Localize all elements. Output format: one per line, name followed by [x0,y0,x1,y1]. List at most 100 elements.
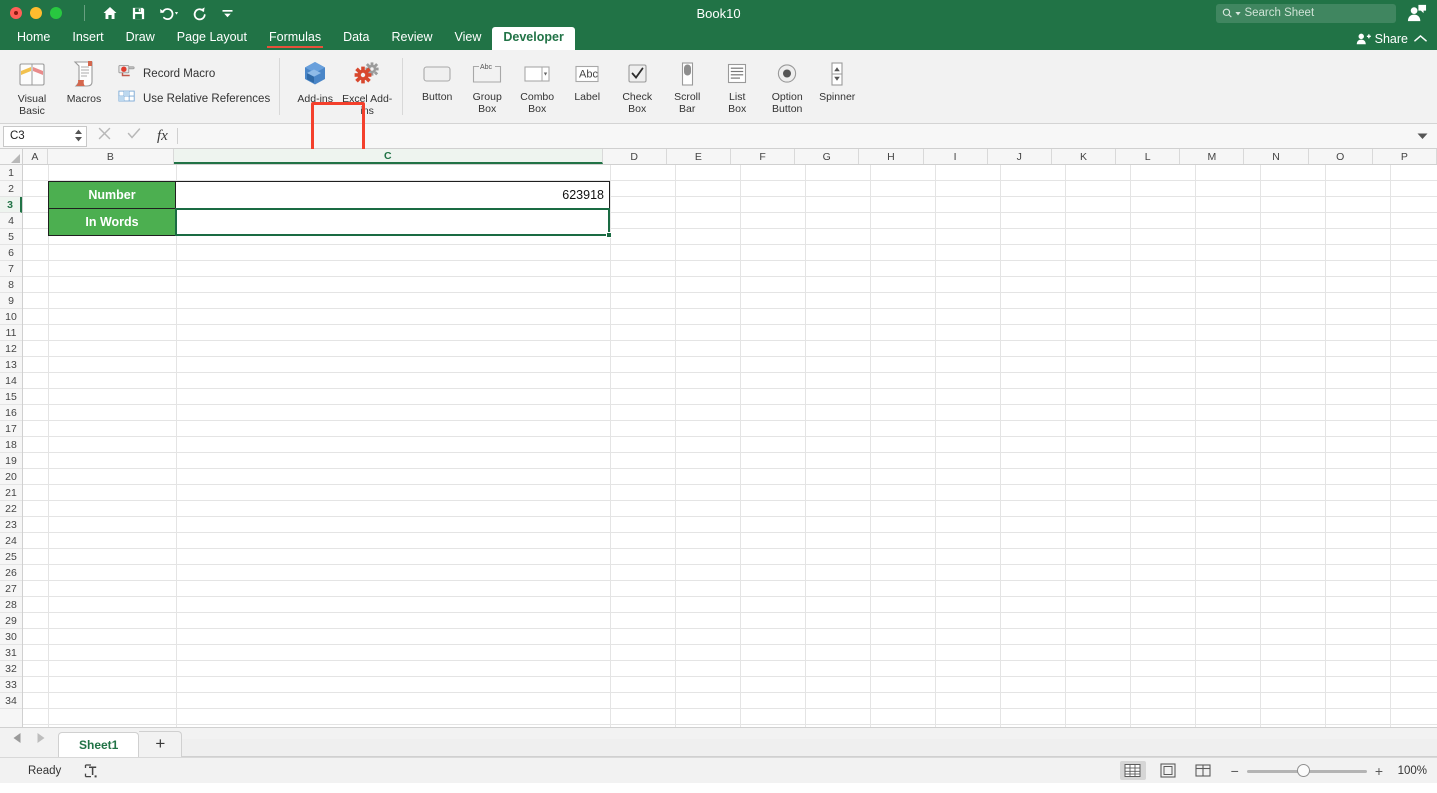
row-header-11[interactable]: 11 [0,325,22,341]
tab-insert[interactable]: Insert [61,27,114,50]
list-box-control[interactable]: List Box [712,54,762,115]
normal-view-button[interactable] [1119,761,1146,780]
search-sheet-box[interactable] [1216,3,1396,23]
excel-add-ins-button[interactable]: Excel Add-ins [341,54,393,117]
row-header-27[interactable]: 27 [0,581,22,597]
cell-C2[interactable]: 623918 [175,181,610,209]
row-header-33[interactable]: 33 [0,677,22,693]
tab-home[interactable]: Home [6,27,61,50]
search-input[interactable] [1244,7,1390,19]
row-header-15[interactable]: 15 [0,389,22,405]
cell-B3[interactable]: In Words [48,208,176,236]
row-header-16[interactable]: 16 [0,405,22,421]
row-header-10[interactable]: 10 [0,309,22,325]
tab-page-layout[interactable]: Page Layout [166,27,258,50]
sheet-tab-sheet1[interactable]: Sheet1 [58,732,140,757]
column-header-H[interactable]: H [859,149,924,164]
home-icon[interactable] [102,5,118,21]
accessibility-icon[interactable] [83,763,99,779]
row-header-24[interactable]: 24 [0,533,22,549]
row-header-29[interactable]: 29 [0,613,22,629]
combo-box-control[interactable]: Combo Box [512,54,562,115]
row-header-30[interactable]: 30 [0,629,22,645]
column-header-P[interactable]: P [1372,149,1437,164]
cancel-icon[interactable] [98,127,111,145]
zoom-in-button[interactable]: + [1375,764,1383,778]
row-header-7[interactable]: 7 [0,261,22,277]
search-chevron-down-icon[interactable] [1235,10,1242,17]
account-icon[interactable] [1406,3,1427,24]
macros-button[interactable]: Macros [58,54,110,106]
formula-bar-expand-chevron-icon[interactable] [1417,127,1437,145]
row-header-31[interactable]: 31 [0,645,22,661]
fill-handle[interactable] [606,232,612,238]
column-header-M[interactable]: M [1180,149,1245,164]
zoom-out-button[interactable]: − [1231,764,1239,778]
zoom-slider-knob[interactable] [1296,763,1310,777]
record-macro-button[interactable]: Record Macro [118,63,270,84]
minimize-window-button[interactable] [30,7,42,19]
use-relative-references-button[interactable]: Use Relative References [118,89,270,109]
tab-view[interactable]: View [443,27,492,50]
check-box-control[interactable]: Check Box [612,54,662,115]
tab-formulas[interactable]: Formulas [258,27,332,50]
row-header-17[interactable]: 17 [0,421,22,437]
row-header-4[interactable]: 4 [0,213,22,229]
tab-review[interactable]: Review [380,27,443,50]
button-control[interactable]: Button [412,54,462,104]
visual-basic-button[interactable]: Visual Basic [6,54,58,117]
spinner-control[interactable]: Spinner [812,54,862,104]
select-all-corner[interactable] [0,149,23,164]
row-header-34[interactable]: 34 [0,693,22,709]
column-header-O[interactable]: O [1308,149,1373,164]
name-box-stepper-icon[interactable] [74,129,83,142]
row-header-3[interactable]: 3 [0,197,22,213]
row-header-18[interactable]: 18 [0,437,22,453]
chevron-up-icon[interactable] [1414,32,1427,46]
redo-icon[interactable] [192,6,208,21]
insert-function-icon[interactable]: fx [157,128,168,145]
zoom-slider[interactable] [1246,763,1367,778]
row-header-1[interactable]: 1 [0,165,22,181]
name-box[interactable]: C3 [3,125,87,147]
save-icon[interactable] [131,6,146,21]
row-header-8[interactable]: 8 [0,277,22,293]
row-header-20[interactable]: 20 [0,469,22,485]
confirm-icon[interactable] [127,127,141,145]
tab-draw[interactable]: Draw [115,27,166,50]
share-button[interactable]: Share [1356,32,1408,46]
row-header-5[interactable]: 5 [0,229,22,245]
page-break-view-button[interactable] [1190,761,1216,780]
tab-developer[interactable]: Developer [492,27,575,50]
row-header-28[interactable]: 28 [0,597,22,613]
column-header-N[interactable]: N [1244,149,1309,164]
close-window-button[interactable] [10,7,22,19]
add-sheet-button[interactable]: + [139,731,183,757]
label-control[interactable]: Abc Label [562,54,612,104]
column-header-E[interactable]: E [666,149,731,164]
group-box-control[interactable]: Abc Group Box [462,54,512,115]
cell-C3[interactable] [175,208,610,236]
maximize-window-button[interactable] [50,7,62,19]
column-header-F[interactable]: F [730,149,796,164]
row-header-19[interactable]: 19 [0,453,22,469]
row-header-32[interactable]: 32 [0,661,22,677]
row-header-21[interactable]: 21 [0,485,22,501]
grid-cells[interactable]: Number 623918 In Words [23,165,1437,727]
row-header-9[interactable]: 9 [0,293,22,309]
row-header-22[interactable]: 22 [0,501,22,517]
column-header-L[interactable]: L [1116,149,1181,164]
next-sheet-icon[interactable] [35,731,46,749]
option-button-control[interactable]: Option Button [762,54,812,115]
column-header-B[interactable]: B [47,149,175,164]
row-header-26[interactable]: 26 [0,565,22,581]
cell-B2[interactable]: Number [48,181,176,209]
customize-toolbar-icon[interactable] [221,7,234,20]
column-header-C[interactable]: C [174,149,603,164]
tab-data[interactable]: Data [332,27,380,50]
undo-icon[interactable] [159,6,179,21]
column-header-K[interactable]: K [1051,149,1117,164]
row-header-6[interactable]: 6 [0,245,22,261]
row-header-2[interactable]: 2 [0,181,22,197]
prev-sheet-icon[interactable] [12,731,23,749]
